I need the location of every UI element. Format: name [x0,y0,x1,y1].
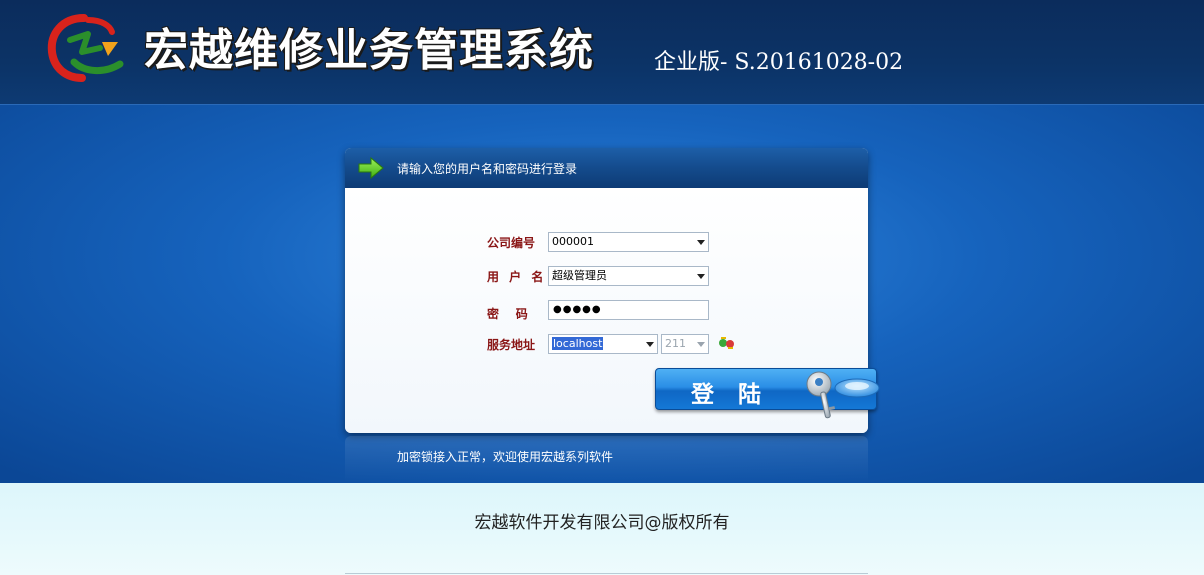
login-heading: 请输入您的用户名和密码进行登录 [397,162,578,176]
chevron-down-icon [697,274,705,279]
user-value: 超级管理员 [552,269,607,282]
login-button-label: 登陆 [691,381,785,408]
key-icon [806,371,880,419]
chevron-down-icon [697,240,705,245]
copyright-text: 宏越软件开发有限公司@版权所有 [474,513,730,533]
server-select[interactable]: localhost [548,334,658,354]
hongyue-logo-icon [47,14,124,82]
app-header: 宏越维修业务管理系统 企业版- S.20161028-02 [0,0,1204,105]
app-edition: 企业版- S.20161028-02 [654,50,904,75]
port-value: 211 [665,337,686,350]
login-panel-header: 请输入您的用户名和密码进行登录 [345,148,868,188]
server-value: localhost [552,337,604,350]
password-field[interactable]: ●●●●● [548,300,709,320]
chevron-down-icon [697,342,705,347]
login-button[interactable]: 登陆 [655,368,880,419]
chevron-down-icon [646,342,654,347]
company-value: 000001 [552,235,594,248]
company-label: 公司编号 [487,236,536,250]
app-title: 宏越维修业务管理系统 [144,25,594,76]
login-form: 公司编号 000001 用 户 名 超级管理员 密 码 ●●●●● 服务地址 l… [345,188,880,433]
user-label: 用 户 名 [487,270,547,284]
footer: 宏越软件开发有限公司@版权所有 [0,483,1204,575]
password-value: ●●●●● [553,304,602,315]
login-panel: 请输入您的用户名和密码进行登录 公司编号 000001 用 户 名 超级管理员 … [345,148,880,433]
footer-divider [345,573,868,574]
server-label: 服务地址 [487,338,536,352]
connect-test-icon[interactable] [718,336,736,350]
port-select[interactable]: 211 [661,334,709,354]
status-text: 加密锁接入正常，欢迎使用宏越系列软件 [397,450,614,464]
arrow-right-icon [358,157,384,179]
user-select[interactable]: 超级管理员 [548,266,709,286]
company-select[interactable]: 000001 [548,232,709,252]
password-label: 密 码 [487,307,528,321]
